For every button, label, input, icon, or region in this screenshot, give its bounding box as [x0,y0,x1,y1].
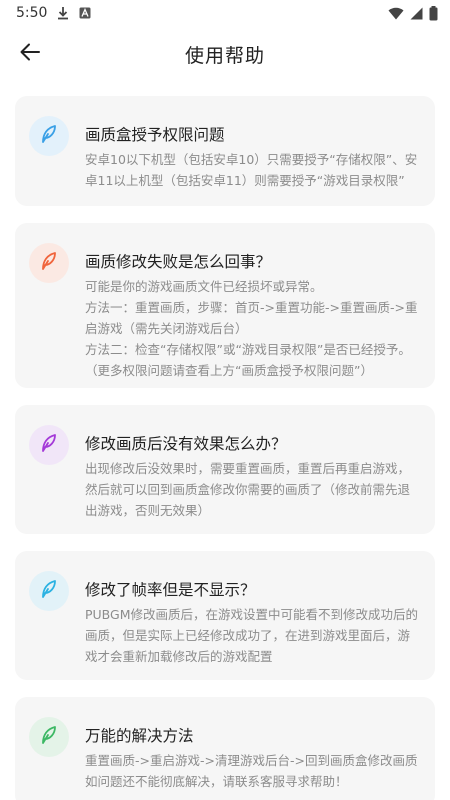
help-card-desc: 出现修改后没效果时，需要重置画质，重置后再重启游戏，然后就可以回到画质盒修改你需… [85,461,411,518]
help-card-title: 修改了帧率但是不显示？ [85,581,256,599]
help-card-universal[interactable]: 万能的解决方法 重置画质->重启游戏->清理游戏后台->回到画质盒修改画质 如问… [15,697,435,800]
status-bar: 5:50 [0,0,450,26]
help-card-title: 画质修改失败是怎么回事？ [85,253,272,271]
help-icon [29,717,69,757]
a-icon [79,7,91,19]
help-card-desc: 可能是你的游戏画质文件已经损坏或异常。 方法一：重置画质，步骤：首页->重置功能… [85,279,418,378]
help-card-title: 修改画质后没有效果怎么办？ [85,435,287,453]
feather-icon [38,250,60,276]
feather-icon [38,432,60,458]
status-time: 5:50 [16,5,48,21]
help-card-permission[interactable]: 画质盒授予权限问题 安卓10以下机型（包括安卓10）只需要授予“存储权限”、安卓… [15,96,435,206]
help-icon [29,243,69,283]
feather-icon [38,724,60,750]
help-card-no-effect[interactable]: 修改画质后没有效果怎么办？ 出现修改后没效果时，需要重置画质，重置后再重启游戏，… [15,405,435,534]
help-card-desc: PUBGM修改画质后，在游戏设置中可能看不到修改成功后的画质，但是实际上已经修改… [85,607,419,664]
app-bar: 使用帮助 [0,26,450,82]
help-icon [29,116,69,156]
signal-icon [410,7,423,20]
help-card-title: 万能的解决方法 [85,727,194,745]
help-icon [29,425,69,465]
arrow-left-icon [20,43,40,65]
feather-icon [38,578,60,604]
download-icon [57,6,69,20]
help-card-desc: 重置画质->重启游戏->清理游戏后台->回到画质盒修改画质 如问题还不能彻底解决… [85,753,418,789]
help-card-framerate[interactable]: 修改了帧率但是不显示？ PUBGM修改画质后，在游戏设置中可能看不到修改成功后的… [15,551,435,680]
page-title: 使用帮助 [184,44,265,67]
help-card-title: 画质盒授予权限问题 [85,126,225,144]
help-card-desc: 安卓10以下机型（包括安卓10）只需要授予“存储权限”、安卓11以上机型（包括安… [85,152,418,188]
back-button[interactable] [12,36,48,72]
help-card-failure[interactable]: 画质修改失败是怎么回事？ 可能是你的游戏画质文件已经损坏或异常。 方法一：重置画… [15,223,435,388]
battery-icon [429,5,438,21]
feather-icon [38,123,60,149]
wifi-icon [388,7,404,20]
help-icon [29,571,69,611]
